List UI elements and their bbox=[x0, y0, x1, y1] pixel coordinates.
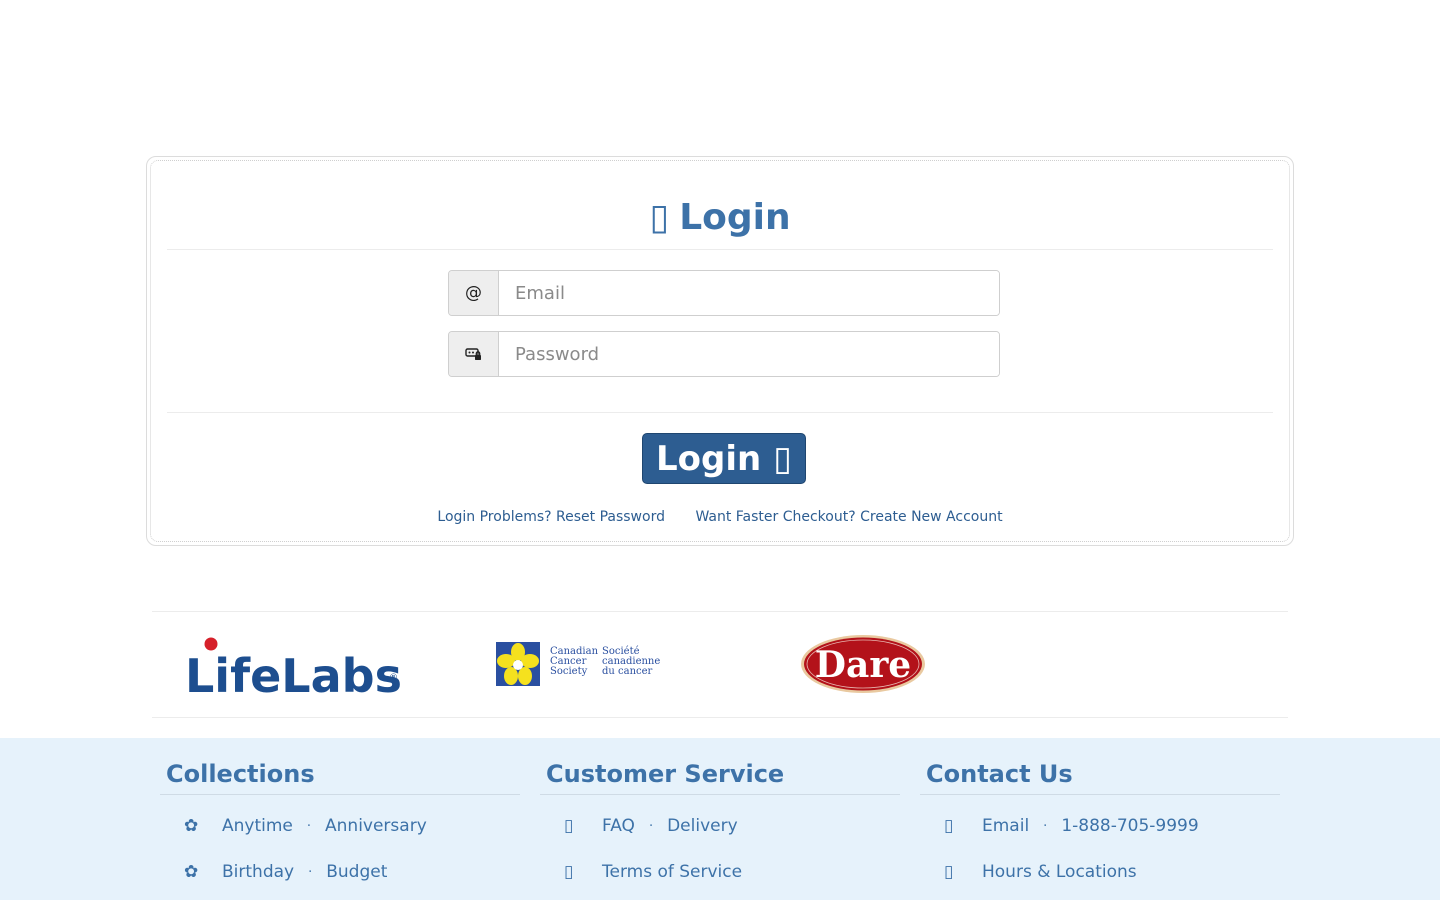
link-faq[interactable]: FAQ bbox=[602, 816, 635, 836]
footer-row: ▯ Email · 1-888-705-9999 bbox=[944, 816, 1199, 836]
password-input[interactable] bbox=[499, 332, 999, 376]
footer-row: ▯ Hours & Locations bbox=[944, 862, 1137, 882]
footer: Collections ✿ Anytime · Anniversary ✿ Bi… bbox=[0, 738, 1440, 900]
footer-row: ▯ FAQ · Delivery bbox=[564, 816, 738, 836]
canadian-cancer-society-logo: Canadian Cancer Society Société canadien… bbox=[496, 642, 666, 688]
key-lock-icon bbox=[449, 332, 499, 376]
footer-contact: Contact Us ▯ Email · 1-888-705-9999 ▯ Ho… bbox=[920, 760, 1280, 882]
sign-in-icon: ▯ bbox=[773, 438, 792, 479]
email-input-group: @ bbox=[448, 270, 1000, 316]
separator: · bbox=[1043, 818, 1048, 834]
footer-row: ✿ Anytime · Anniversary bbox=[184, 816, 427, 836]
footer-row: ✿ Birthday · Budget bbox=[184, 862, 387, 882]
phone-icon: ▯ bbox=[944, 816, 954, 836]
footer-row: ▯ Terms of Service bbox=[564, 862, 742, 882]
email-input[interactable] bbox=[499, 271, 999, 315]
link-email[interactable]: Email bbox=[982, 816, 1029, 836]
link-budget[interactable]: Budget bbox=[326, 862, 387, 882]
flower-icon: ✿ bbox=[184, 862, 199, 882]
login-card-inner: ▯Login @ Login▯ Login Prob bbox=[150, 160, 1290, 542]
sign-in-icon: ▯ bbox=[649, 197, 670, 238]
flower-icon: ✿ bbox=[184, 816, 199, 836]
footer-heading-collections: Collections bbox=[160, 760, 520, 795]
document-icon: ▯ bbox=[564, 862, 574, 882]
link-anniversary[interactable]: Anniversary bbox=[325, 816, 427, 836]
lifelabs-logo: LifeLabs ® bbox=[185, 637, 402, 696]
link-phone-number[interactable]: 1-888-705-9999 bbox=[1061, 816, 1198, 836]
footer-heading-customer-service: Customer Service bbox=[540, 760, 900, 795]
password-input-group bbox=[448, 331, 1000, 377]
login-title: ▯ Login bbox=[151, 197, 1289, 238]
divider bbox=[167, 249, 1273, 250]
separator: · bbox=[306, 818, 312, 834]
dare-logo-text: Dare bbox=[815, 644, 911, 686]
separator: · bbox=[648, 818, 654, 834]
create-account-link[interactable]: Want Faster Checkout? Create New Account bbox=[695, 509, 1002, 525]
sponsor-logos: LifeLabs ® Canadian Cancer Society Socié… bbox=[152, 611, 1288, 718]
footer-collections: Collections ✿ Anytime · Anniversary ✿ Bi… bbox=[160, 760, 520, 882]
link-delivery[interactable]: Delivery bbox=[667, 816, 738, 836]
daffodil-icon bbox=[496, 642, 540, 686]
at-sign-icon: @ bbox=[449, 271, 499, 315]
login-title-text: Login bbox=[679, 197, 791, 238]
question-icon: ▯ bbox=[564, 816, 574, 836]
link-hours-locations[interactable]: Hours & Locations bbox=[982, 862, 1137, 882]
ccs-french-name: Société canadienne du cancer bbox=[602, 646, 661, 677]
reset-password-link[interactable]: Login Problems? Reset Password bbox=[437, 509, 665, 525]
divider bbox=[167, 412, 1273, 413]
ccs-english-name: Canadian Cancer Society bbox=[550, 646, 599, 677]
login-card: ▯Login @ Login▯ Login Prob bbox=[146, 156, 1294, 546]
login-button[interactable]: Login ▯ bbox=[642, 433, 806, 484]
svg-text:®: ® bbox=[389, 673, 398, 683]
login-button-label: Login bbox=[656, 438, 762, 479]
link-birthday[interactable]: Birthday bbox=[222, 862, 294, 882]
link-terms-of-service[interactable]: Terms of Service bbox=[602, 862, 742, 882]
dare-logo: Dare bbox=[801, 635, 925, 693]
footer-heading-contact: Contact Us bbox=[920, 760, 1280, 795]
footer-customer-service: Customer Service ▯ FAQ · Delivery ▯ Term… bbox=[540, 760, 900, 882]
login-links: Login Problems? Reset Password Want Fast… bbox=[151, 509, 1289, 525]
lifelabs-logo-text: LifeLabs bbox=[185, 649, 402, 696]
link-anytime[interactable]: Anytime bbox=[222, 816, 293, 836]
separator: · bbox=[308, 864, 313, 880]
map-marker-icon: ▯ bbox=[944, 862, 954, 882]
